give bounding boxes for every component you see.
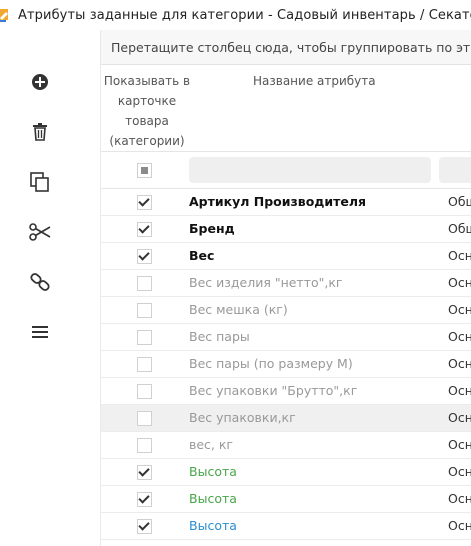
table-row[interactable]: Вес пары Осн — [101, 324, 471, 351]
attribute-group: Осн — [448, 464, 471, 479]
table-row[interactable]: Вес Осн — [101, 243, 471, 270]
attribute-group: Осн — [448, 329, 471, 344]
attribute-group: Осн — [448, 302, 471, 317]
attribute-group: Осн — [448, 275, 471, 290]
menu-button[interactable] — [20, 312, 60, 352]
cut-button[interactable] — [20, 212, 60, 252]
window-titlebar: Атрибуты заданные для категории - Садовы… — [0, 0, 471, 30]
attribute-name: Вес упаковки,кг — [189, 410, 296, 425]
link-button[interactable] — [20, 262, 60, 302]
table-row[interactable]: Вес упаковки "Брутто",кг Осн — [101, 378, 471, 405]
filter-checkbox[interactable] — [137, 163, 152, 178]
attribute-group: Осн — [448, 491, 471, 506]
window-title: Атрибуты заданные для категории - Садовы… — [18, 7, 471, 23]
attribute-name: Бренд — [189, 221, 235, 236]
name-filter-input[interactable] — [189, 157, 431, 183]
attribute-group: Осн — [448, 437, 471, 452]
show-in-card-checkbox[interactable] — [137, 492, 152, 507]
column-header-name[interactable]: Название атрибута — [253, 71, 376, 91]
attribute-name: Высота — [189, 464, 237, 479]
attribute-name: Высота — [189, 518, 237, 533]
show-in-card-checkbox[interactable] — [137, 465, 152, 480]
table-row[interactable]: вес, кг Осн — [101, 432, 471, 459]
table-row[interactable]: Вес упаковки,кг Осн — [101, 405, 471, 432]
attribute-name: Артикул Производителя — [189, 194, 367, 209]
attribute-name: Вес изделия "нетто",кг — [189, 275, 343, 290]
show-in-card-checkbox[interactable] — [137, 384, 152, 399]
attribute-name: Вес пары (по размеру М) — [189, 356, 353, 371]
attribute-name: Вес упаковки "Брутто",кг — [189, 383, 358, 398]
show-in-card-checkbox[interactable] — [137, 249, 152, 264]
attribute-name: Вес — [189, 248, 215, 263]
attribute-group: Осн — [448, 410, 471, 425]
show-in-card-checkbox[interactable] — [137, 195, 152, 210]
attribute-name: Вес пары — [189, 329, 250, 344]
show-in-card-checkbox[interactable] — [137, 411, 152, 426]
table-row[interactable]: Высота Осн — [101, 459, 471, 486]
attribute-group: Осн — [448, 518, 471, 533]
side-toolbar — [0, 30, 96, 546]
table-row[interactable]: Вес мешка (кг) Осн — [101, 297, 471, 324]
menu-icon — [32, 326, 48, 338]
app-icon — [0, 8, 10, 22]
show-in-card-checkbox[interactable] — [137, 222, 152, 237]
copy-button[interactable] — [20, 162, 60, 202]
attributes-grid: Перетащите столбец сюда, чтобы группиров… — [100, 30, 471, 546]
delete-button[interactable] — [20, 112, 60, 152]
filter-row — [101, 152, 471, 189]
group-by-panel[interactable]: Перетащите столбец сюда, чтобы группиров… — [101, 30, 471, 65]
group-by-hint: Перетащите столбец сюда, чтобы группиров… — [111, 39, 471, 55]
attribute-name: вес, кг — [189, 437, 233, 452]
table-row[interactable]: Артикул Производителя Общ — [101, 189, 471, 216]
table-row[interactable]: Высота Осн — [101, 513, 471, 540]
table-row[interactable]: Вес изделия "нетто",кг Осн — [101, 270, 471, 297]
table-row[interactable]: Высота Осн — [101, 486, 471, 513]
show-in-card-checkbox[interactable] — [137, 438, 152, 453]
attribute-group: Общ — [448, 221, 471, 236]
column-header-show[interactable]: Показывать в карточке товара (категории) — [103, 71, 191, 151]
copy-icon — [30, 172, 49, 192]
show-in-card-checkbox[interactable] — [137, 330, 152, 345]
attribute-group: Осн — [448, 383, 471, 398]
group-filter-input[interactable] — [439, 157, 471, 183]
grid-body: Артикул ПроизводителяОбщБрендОбщВесОснВе… — [101, 189, 471, 540]
table-row[interactable]: Вес пары (по размеру М) Осн — [101, 351, 471, 378]
show-in-card-checkbox[interactable] — [137, 303, 152, 318]
attribute-name: Вес мешка (кг) — [189, 302, 288, 317]
add-button[interactable] — [20, 62, 60, 102]
scissors-icon — [29, 223, 51, 241]
show-in-card-checkbox[interactable] — [137, 276, 152, 291]
attribute-name: Высота — [189, 491, 237, 506]
table-row[interactable]: Бренд Общ — [101, 216, 471, 243]
attribute-group: Осн — [448, 248, 471, 263]
trash-icon — [33, 123, 47, 141]
show-in-card-checkbox[interactable] — [137, 357, 152, 372]
plus-circle-icon — [32, 74, 48, 90]
grid-header: Показывать в карточке товара (категории)… — [101, 65, 471, 152]
link-icon — [30, 273, 50, 291]
show-in-card-checkbox[interactable] — [137, 519, 152, 534]
attribute-group: Общ — [448, 194, 471, 209]
attribute-group: Осн — [448, 356, 471, 371]
